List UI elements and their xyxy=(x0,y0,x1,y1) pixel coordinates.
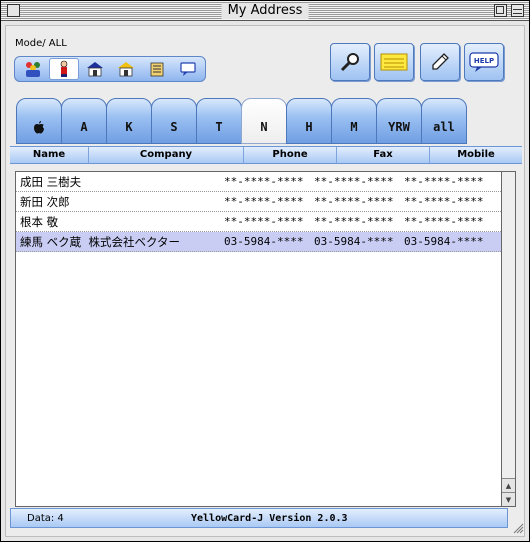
mode-all-button[interactable] xyxy=(18,58,48,80)
scroll-up-arrow-icon[interactable]: ▲ xyxy=(502,478,515,492)
column-fax[interactable]: Fax xyxy=(337,147,430,163)
list-item[interactable]: 新田 次郎 **-****-**** **-****-**** **-****-… xyxy=(16,192,501,212)
column-company[interactable]: Company xyxy=(89,147,244,163)
notepad-icon xyxy=(380,53,408,71)
address-list: 成田 三樹夫 **-****-**** **-****-**** **-****… xyxy=(15,171,502,507)
collapse-box[interactable] xyxy=(511,4,524,17)
contact-name: 練馬 ベク蔵 xyxy=(20,234,82,249)
building-icon xyxy=(150,62,164,77)
resize-grip-icon[interactable] xyxy=(512,522,524,534)
contact-fax: 03-5984-**** xyxy=(314,235,394,248)
mode-label: Mode/ ALL xyxy=(15,38,67,49)
mode-home-button[interactable] xyxy=(80,58,110,80)
app-window: My Address Mode/ ALL HELP A K S T N H M … xyxy=(0,0,530,542)
contact-mobile: **-****-**** xyxy=(404,175,484,188)
tab-apple[interactable] xyxy=(16,98,62,144)
contact-fax: **-****-**** xyxy=(314,175,394,188)
house-blue-icon xyxy=(87,62,103,77)
mode-personal-button[interactable] xyxy=(49,58,79,80)
data-count: Data: 4 xyxy=(27,513,64,524)
contact-name: 成田 三樹夫 xyxy=(20,174,82,189)
person-icon xyxy=(60,60,68,77)
mode-family-button[interactable] xyxy=(111,58,141,80)
contact-phone: 03-5984-**** xyxy=(224,235,304,248)
apple-icon xyxy=(34,121,44,134)
status-bar: Data: 4 YellowCard-J Version 2.0.3 xyxy=(10,508,508,528)
list-item-selected[interactable]: 練馬 ベク蔵 株式会社ベクター 03-5984-**** 03-5984-***… xyxy=(16,232,501,252)
contact-mobile: 03-5984-**** xyxy=(404,235,484,248)
tab-yrw[interactable]: YRW xyxy=(376,98,422,144)
contact-name: 新田 次郎 xyxy=(20,194,70,209)
people-icon xyxy=(26,62,40,77)
speech-bubble-icon xyxy=(180,62,196,76)
list-item[interactable]: 根本 敬 **-****-**** **-****-**** **-****-*… xyxy=(16,212,501,232)
main-panel: Mode/ ALL HELP A K S T N H M YRW all Nam… xyxy=(5,25,525,537)
title-bar[interactable]: My Address xyxy=(1,1,529,21)
tab-a[interactable]: A xyxy=(61,98,107,144)
contact-mobile: **-****-**** xyxy=(404,195,484,208)
contact-mobile: **-****-**** xyxy=(404,215,484,228)
column-phone[interactable]: Phone xyxy=(244,147,337,163)
tab-m[interactable]: M xyxy=(331,98,377,144)
notepad-button[interactable] xyxy=(374,43,414,81)
column-mobile[interactable]: Mobile xyxy=(430,147,522,163)
vertical-scrollbar[interactable]: ▲ ▼ xyxy=(502,171,516,507)
contact-phone: **-****-**** xyxy=(224,175,304,188)
column-header: Name Company Phone Fax Mobile xyxy=(10,146,522,164)
edit-button[interactable] xyxy=(420,43,460,81)
house-yellow-icon xyxy=(118,62,134,77)
help-label: HELP xyxy=(474,57,494,65)
magnifier-icon xyxy=(340,53,359,72)
zoom-box[interactable] xyxy=(494,4,507,17)
tab-s[interactable]: S xyxy=(151,98,197,144)
tab-n[interactable]: N xyxy=(241,98,287,144)
contact-name: 根本 敬 xyxy=(20,214,59,229)
tab-k[interactable]: K xyxy=(106,98,152,144)
contact-phone: **-****-**** xyxy=(224,195,304,208)
contact-fax: **-****-**** xyxy=(314,215,394,228)
tab-h[interactable]: H xyxy=(286,98,332,144)
contact-fax: **-****-**** xyxy=(314,195,394,208)
column-name[interactable]: Name xyxy=(10,147,89,163)
pencil-icon xyxy=(432,53,449,70)
tab-t[interactable]: T xyxy=(196,98,242,144)
mode-message-button[interactable] xyxy=(173,58,203,80)
tab-all[interactable]: all xyxy=(421,98,467,144)
search-button[interactable] xyxy=(330,43,370,81)
help-button[interactable]: HELP xyxy=(464,43,504,81)
help-icon: HELP xyxy=(469,52,499,72)
mode-business-button[interactable] xyxy=(142,58,172,80)
contact-phone: **-****-**** xyxy=(224,215,304,228)
contact-company: 株式会社ベクター xyxy=(88,234,181,249)
mode-toolbar xyxy=(14,56,206,82)
index-tabs: A K S T N H M YRW all xyxy=(16,98,516,144)
window-title: My Address xyxy=(221,3,309,19)
version-label: YellowCard-J Version 2.0.3 xyxy=(191,513,348,524)
list-item[interactable]: 成田 三樹夫 **-****-**** **-****-**** **-****… xyxy=(16,172,501,192)
close-box[interactable] xyxy=(7,4,20,17)
scroll-down-arrow-icon[interactable]: ▼ xyxy=(502,492,515,506)
